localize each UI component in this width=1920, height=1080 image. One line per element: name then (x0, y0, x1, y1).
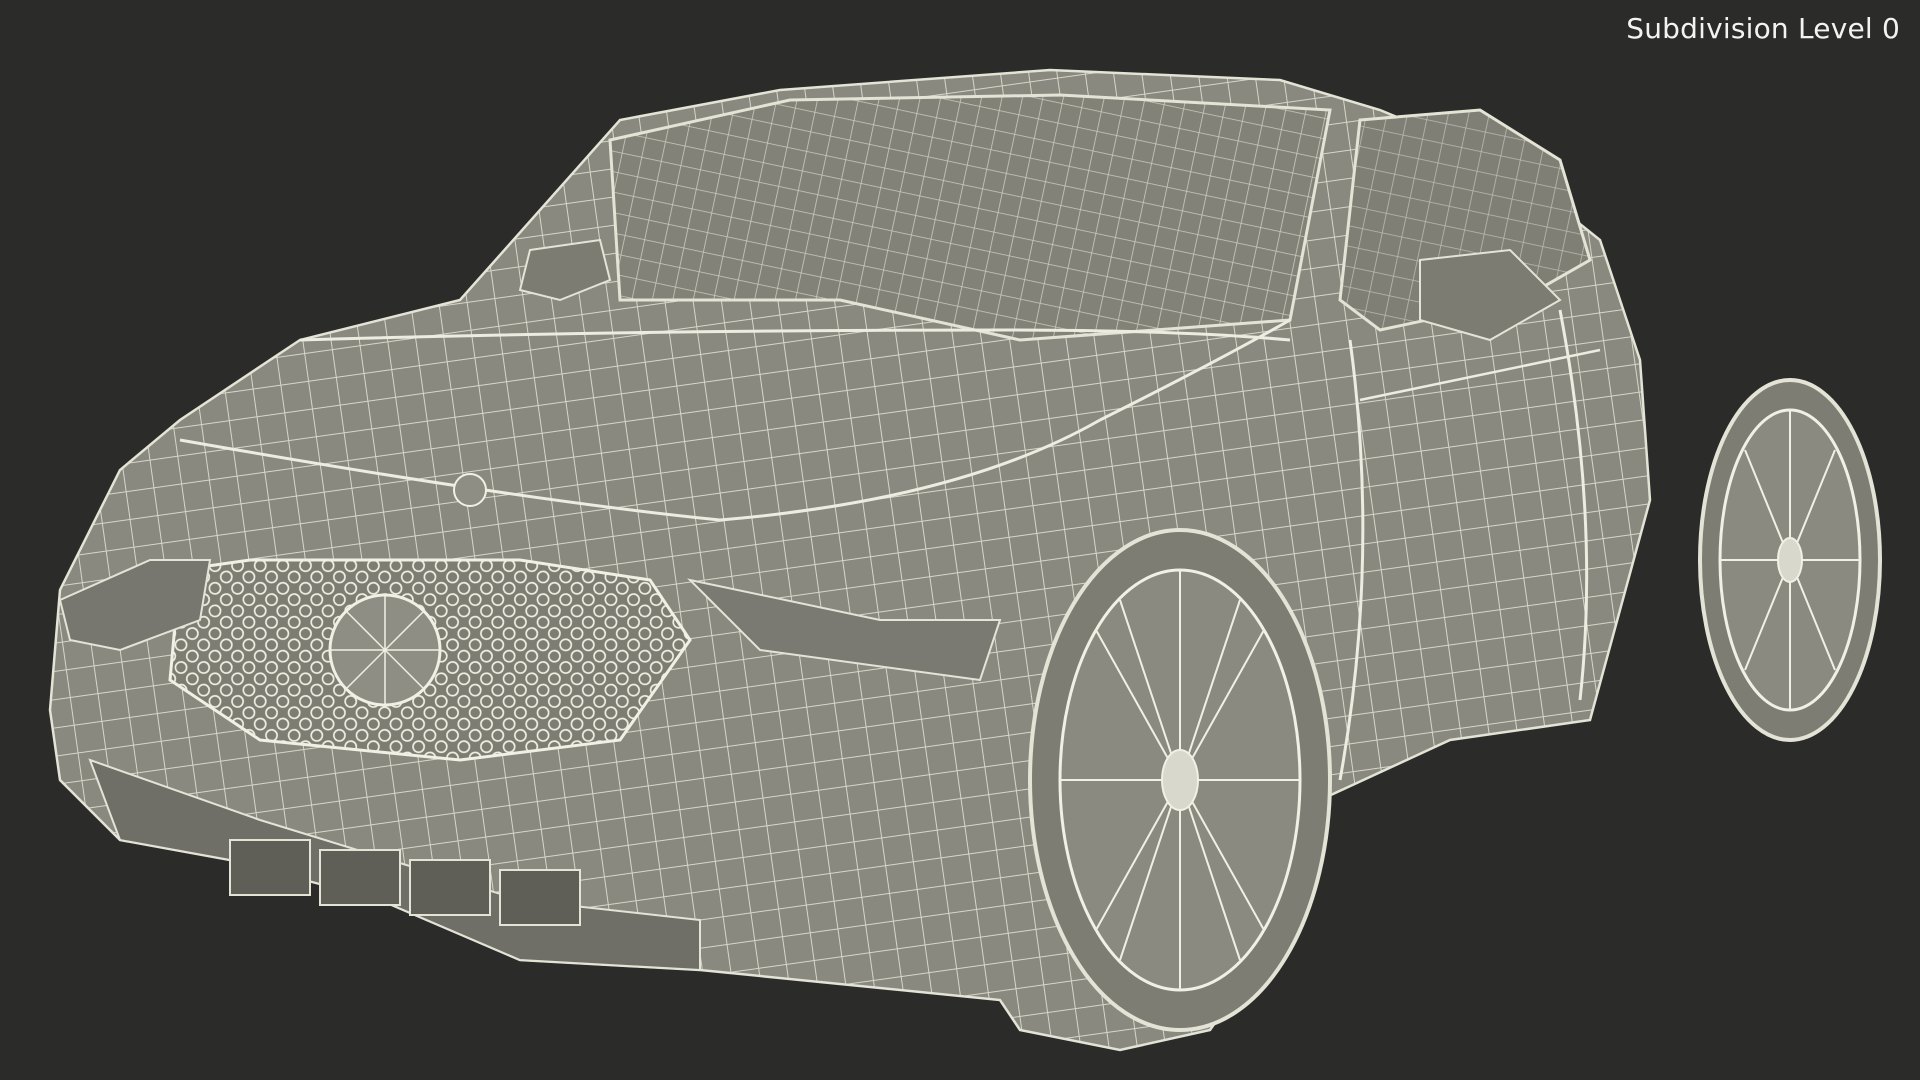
car-body (48, 68, 1652, 1052)
render-viewport: Subdivision Level 0 (0, 0, 1920, 1080)
rear-wheel (1698, 378, 1882, 742)
subdivision-level-label: Subdivision Level 0 (1626, 12, 1900, 45)
front-wheel (1028, 528, 1332, 1032)
car-wireframe-render (48, 68, 1882, 1052)
